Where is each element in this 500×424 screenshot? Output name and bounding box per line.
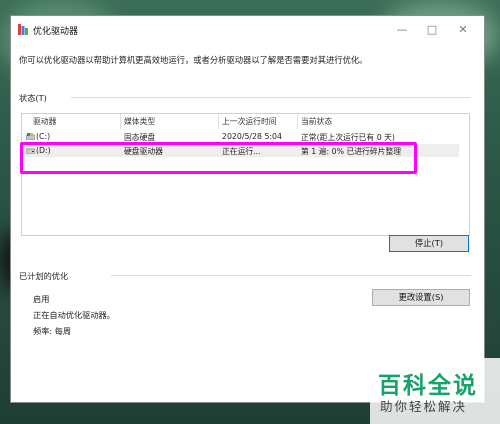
schedule-frequency: 频率: 每周 (33, 326, 72, 336)
column-header-last-run[interactable]: 上一次运行时间 (222, 116, 277, 127)
close-button[interactable]: ✕ (448, 20, 478, 40)
section-divider (71, 97, 471, 98)
column-divider (297, 114, 298, 129)
change-settings-button[interactable]: 更改设置(S) (372, 289, 470, 306)
stop-button[interactable]: 停止(T) (389, 235, 469, 252)
section-divider (111, 275, 471, 276)
highlight-annotation (20, 142, 417, 174)
drives-list[interactable]: 驱动器 媒体类型 上一次运行时间 当前状态 (C:) 固态硬盘 2020/5/2… (21, 113, 470, 236)
column-divider (218, 114, 219, 129)
list-header: 驱动器 媒体类型 上一次运行时间 当前状态 (22, 114, 469, 129)
maximize-button[interactable]: □ (417, 20, 447, 40)
column-header-drive[interactable]: 驱动器 (33, 116, 56, 127)
minimize-button[interactable]: — (387, 20, 417, 40)
optimize-drives-window: 优化驱动器 — □ ✕ 你可以优化驱动器以帮助计算机更高效地运行，或者分析驱动器… (10, 15, 485, 403)
title-bar[interactable]: 优化驱动器 — □ ✕ (11, 16, 484, 44)
schedule-detail: 正在自动优化驱动器。 (33, 310, 115, 320)
watermark-tagline: 助你轻松解决 (380, 399, 468, 414)
drive-name: (C:) (36, 132, 51, 141)
column-header-status[interactable]: 当前状态 (301, 116, 332, 127)
last-run: 2020/5/28 5:04 (222, 132, 282, 141)
status-section-label: 状态(T) (19, 93, 47, 103)
description-text: 你可以优化驱动器以帮助计算机更高效地运行，或者分析驱动器以了解是否需要对其进行优… (19, 55, 368, 65)
scheduled-section-label: 已计划的优化 (19, 271, 69, 281)
ssd-drive-icon (26, 133, 35, 140)
column-header-media[interactable]: 媒体类型 (124, 116, 155, 127)
defrag-app-icon (18, 24, 28, 35)
watermark-logo: 百科全说 (378, 373, 478, 399)
column-divider (120, 114, 121, 129)
schedule-state: 启用 (33, 294, 50, 304)
window-title: 优化驱动器 (33, 27, 79, 37)
